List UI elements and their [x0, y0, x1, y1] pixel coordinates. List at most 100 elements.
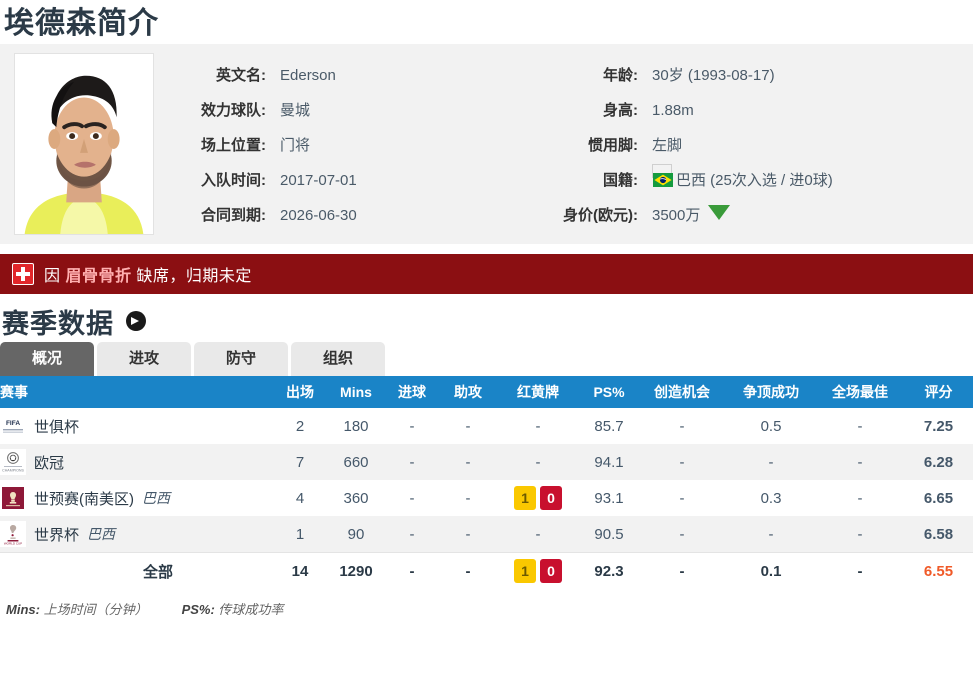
cell-competition-total: 全部 — [0, 552, 272, 589]
cell-pass-success: 94.1 — [580, 444, 638, 480]
info-value[interactable]: 曼城 — [266, 93, 310, 128]
info-row-join-date: 入队时间: 2017-07-01 — [170, 163, 530, 198]
table-row[interactable]: FIFA 世俱杯 2 180 - - - 85.7 - 0.5 - 7.25 — [0, 408, 973, 444]
col-goals[interactable]: 进球 — [384, 376, 440, 408]
competition-name[interactable]: 欧冠 — [34, 452, 64, 473]
cell-appearances: 7 — [272, 444, 328, 480]
stats-tabs: 概况 进攻 防守 组织 — [0, 342, 973, 376]
competition-nation: 巴西 — [142, 490, 170, 506]
cell-appearances: 2 — [272, 408, 328, 444]
tab-organize[interactable]: 组织 — [291, 342, 385, 376]
table-row[interactable]: WORLD CUP 世界杯 巴西 1 90 - - - 90.5 - - - 6… — [0, 516, 973, 553]
col-rating[interactable]: 评分 — [904, 376, 973, 408]
arrow-right-circle-icon[interactable] — [126, 311, 146, 331]
table-row[interactable]: 世预赛(南美区) 巴西 4 360 - - 1 0 93.1 - 0.3 - 6… — [0, 480, 973, 516]
cell-competition: 世预赛(南美区) 巴西 — [0, 480, 272, 516]
col-competition[interactable]: 赛事 — [0, 376, 272, 408]
cell-mins: 660 — [328, 444, 384, 480]
player-photo — [14, 53, 154, 235]
cell-aerials-won: 0.5 — [726, 408, 816, 444]
cell-assists-total: - — [440, 552, 496, 589]
col-pass-success[interactable]: PS% — [580, 376, 638, 408]
brazil-flag-svg — [653, 173, 673, 187]
info-label: 国籍: — [603, 172, 638, 189]
info-label: 入队时间: — [201, 172, 266, 189]
info-row-age: 年龄: 30岁 (1993-08-17) — [542, 58, 962, 93]
trend-down-icon — [708, 205, 731, 220]
cell-appearances-total: 14 — [272, 552, 328, 589]
legend-mins-desc: 上场时间（分钟） — [39, 602, 148, 617]
cell-mins-total: 1290 — [328, 552, 384, 589]
cell-chances-created-total: - — [638, 552, 726, 589]
col-appearances[interactable]: 出场 — [272, 376, 328, 408]
table-row[interactable]: CHAMPIONS 欧冠 7 660 - - - 94.1 - - - 6.28 — [0, 444, 973, 480]
yellow-card-badge: 1 — [514, 559, 536, 583]
cell-man-of-the-match: - — [816, 444, 904, 480]
cell-competition: WORLD CUP 世界杯 巴西 — [0, 516, 272, 553]
competition-name[interactable]: 世界杯 — [34, 524, 79, 545]
info-row-market-value: 身价(欧元): 3500万 — [542, 198, 962, 233]
cell-chances-created: - — [638, 516, 726, 553]
cell-competition: FIFA 世俱杯 — [0, 408, 272, 444]
info-row-club: 效力球队: 曼城 — [170, 93, 530, 128]
cell-assists: - — [440, 444, 496, 480]
competition-nation: 巴西 — [87, 526, 116, 542]
season-data-header: 赛季数据 — [0, 294, 973, 342]
world-cup-svg: WORLD CUP — [0, 521, 26, 547]
col-aerials-won[interactable]: 争顶成功 — [726, 376, 816, 408]
table-total-row: 全部 14 1290 - - 1 0 92.3 - 0.1 - 6.55 — [0, 552, 973, 589]
cell-aerials-won: - — [726, 444, 816, 480]
brazil-flag-icon — [652, 164, 673, 187]
col-mins[interactable]: Mins — [328, 376, 384, 408]
cell-rating: 6.58 — [904, 516, 973, 553]
table-legend: Mins: 上场时间（分钟） PS%: 传球成功率 — [0, 589, 973, 618]
cell-mins: 180 — [328, 408, 384, 444]
info-value: 30岁 (1993-08-17) — [652, 67, 775, 84]
info-row-english-name: 英文名: Ederson — [170, 58, 530, 93]
legend-mins-key: Mins: — [6, 602, 40, 617]
info-row-position: 场上位置: 门将 — [170, 128, 530, 163]
cell-rating: 7.25 — [904, 408, 973, 444]
cell-assists: - — [440, 408, 496, 444]
info-value-nationality: 巴西 (25次入选 / 进0球) — [638, 163, 833, 198]
market-value-text: 3500万 — [652, 207, 701, 224]
competition-name[interactable]: 世预赛(南美区) — [34, 488, 134, 509]
info-label: 合同到期: — [201, 207, 266, 224]
cell-cards: - — [496, 444, 580, 480]
tab-defence[interactable]: 防守 — [194, 342, 288, 376]
cell-chances-created: - — [638, 408, 726, 444]
info-label: 场上位置: — [201, 137, 266, 154]
uefa-champions-league-icon: CHAMPIONS — [0, 449, 26, 475]
col-assists[interactable]: 助攻 — [440, 376, 496, 408]
world-cup-qualifier-icon — [0, 485, 26, 511]
info-label: 身高: — [603, 102, 638, 119]
competition-name[interactable]: 世俱杯 — [34, 416, 79, 437]
fifa-club-world-cup-svg: FIFA — [0, 413, 26, 439]
col-chances-created[interactable]: 创造机会 — [638, 376, 726, 408]
yellow-card-badge: 1 — [514, 486, 536, 510]
legend-ps-key: PS%: — [181, 602, 215, 617]
cell-appearances: 1 — [272, 516, 328, 553]
col-cards[interactable]: 红黄牌 — [496, 376, 580, 408]
tab-overview[interactable]: 概况 — [0, 342, 94, 376]
cell-mins: 90 — [328, 516, 384, 553]
info-value: 左脚 — [652, 137, 683, 154]
fifa-club-world-cup-icon: FIFA — [0, 413, 26, 439]
cell-cards-total: 1 0 — [496, 552, 580, 589]
cell-chances-created: - — [638, 444, 726, 480]
tab-attack[interactable]: 进攻 — [97, 342, 191, 376]
cell-goals-total: - — [384, 552, 440, 589]
info-row-height: 身高: 1.88m — [542, 93, 962, 128]
cell-rating-total: 6.55 — [904, 552, 973, 589]
cell-mins: 360 — [328, 480, 384, 516]
player-profile-panel: 英文名: Ederson 效力球队: 曼城 场上位置: 门将 入队时间: 201… — [0, 44, 973, 244]
cell-assists: - — [440, 480, 496, 516]
info-label: 英文名: — [216, 67, 266, 84]
cell-man-of-the-match: - — [816, 408, 904, 444]
cell-chances-created: - — [638, 480, 726, 516]
info-label: 惯用脚: — [588, 137, 638, 154]
uefa-champions-league-svg: CHAMPIONS — [0, 449, 26, 475]
col-man-of-the-match[interactable]: 全场最佳 — [816, 376, 904, 408]
info-row-nationality: 国籍: 巴西 (25次入选 / 进0球) — [542, 163, 962, 198]
red-card-badge: 0 — [540, 486, 562, 510]
